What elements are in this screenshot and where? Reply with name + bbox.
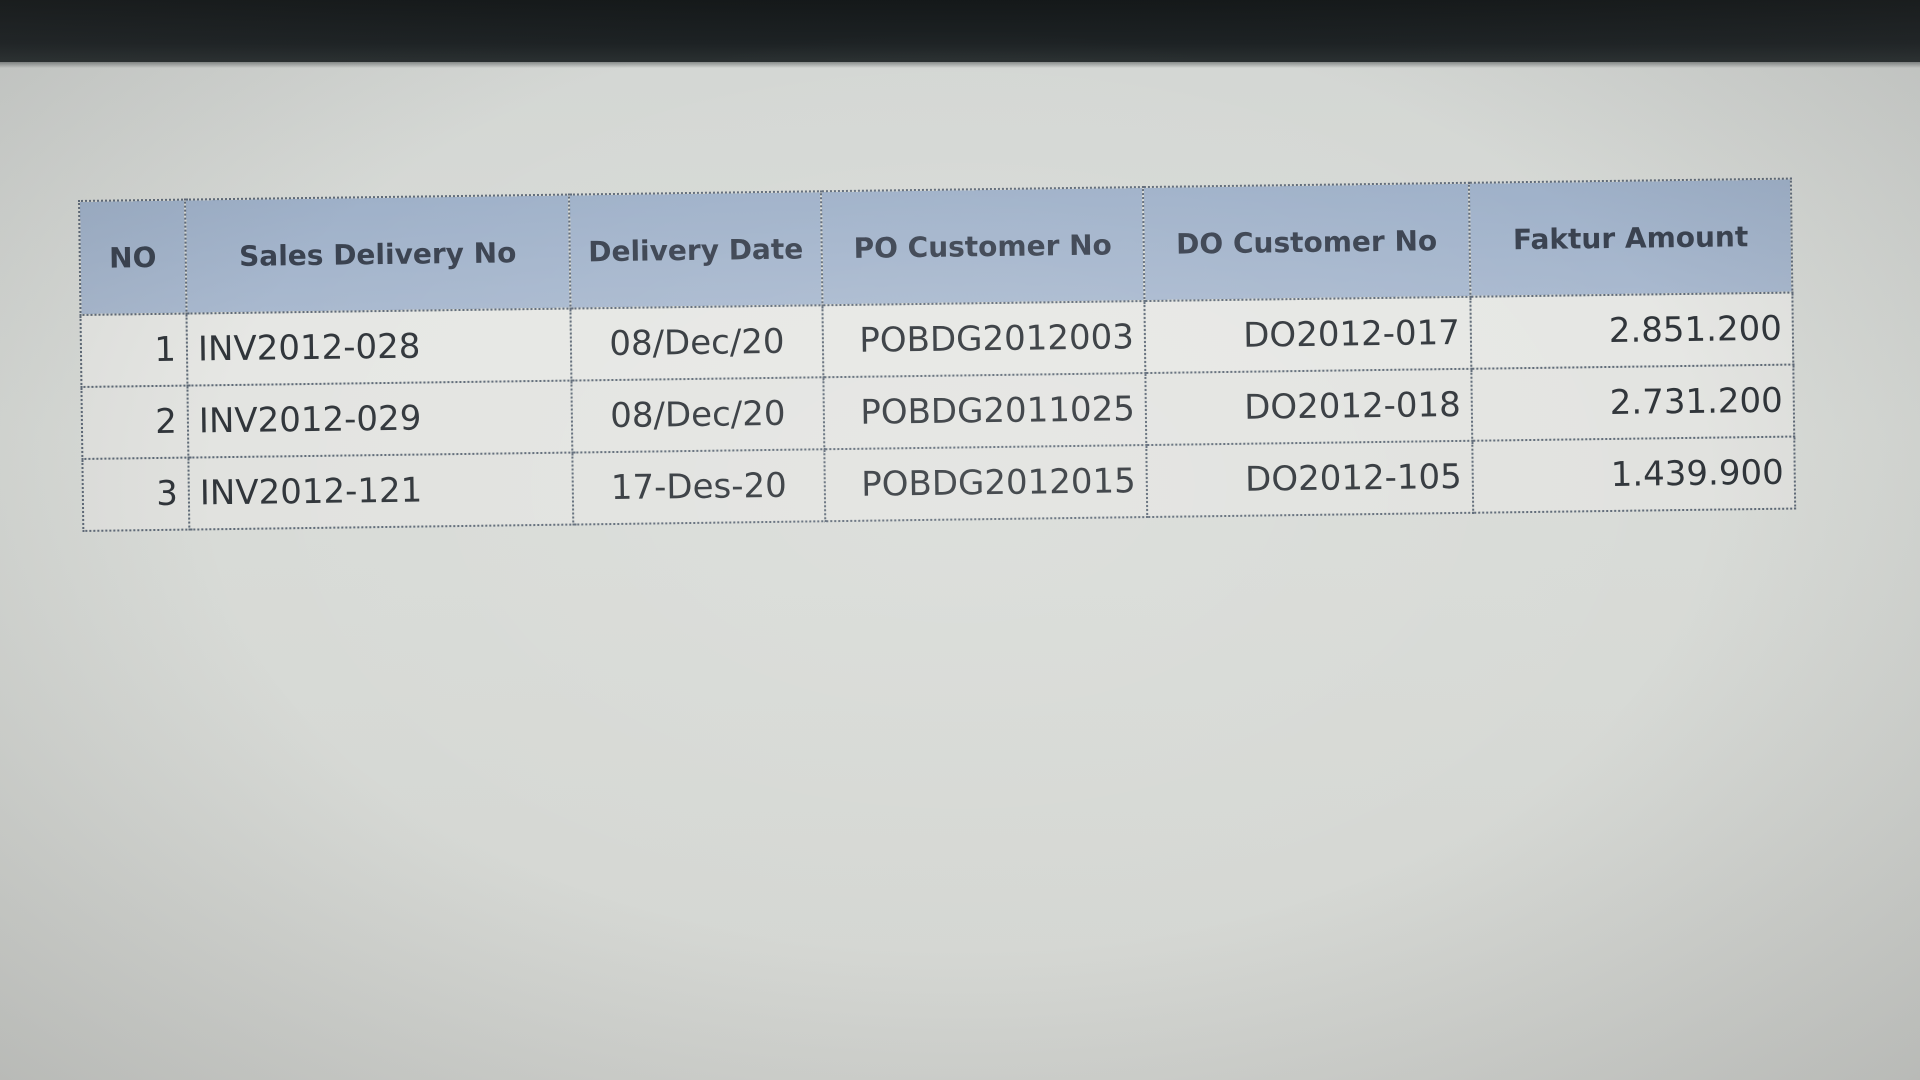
cell-no[interactable]: 2 [81, 385, 189, 459]
cell-delivery-date[interactable]: 08/Dec/20 [570, 305, 824, 381]
cell-po-customer-no[interactable]: POBDG2012015 [824, 445, 1148, 522]
cell-no[interactable]: 3 [82, 457, 190, 531]
header-do-customer-no[interactable]: DO Customer No [1142, 182, 1471, 302]
table-header: NO Sales Delivery No Delivery Date PO Cu… [79, 178, 1793, 315]
cell-sales-delivery-no[interactable]: INV2012-029 [187, 380, 573, 458]
header-row: NO Sales Delivery No Delivery Date PO Cu… [79, 178, 1793, 315]
cell-faktur-amount[interactable]: 2.731.200 [1471, 364, 1795, 441]
cell-delivery-date[interactable]: 17-Des-20 [572, 449, 826, 525]
spreadsheet-area: NO Sales Delivery No Delivery Date PO Cu… [78, 178, 1796, 532]
header-no[interactable]: NO [79, 199, 187, 315]
header-delivery-date[interactable]: Delivery Date [568, 191, 823, 309]
cell-sales-delivery-no[interactable]: INV2012-028 [186, 308, 572, 386]
cell-sales-delivery-no[interactable]: INV2012-121 [188, 452, 574, 530]
cell-do-customer-no[interactable]: DO2012-017 [1144, 296, 1472, 374]
cell-po-customer-no[interactable]: POBDG2011025 [823, 373, 1147, 450]
cell-do-customer-no[interactable]: DO2012-105 [1146, 440, 1474, 518]
table-body: 1 INV2012-028 08/Dec/20 POBDG2012003 DO2… [80, 292, 1796, 531]
header-po-customer-no[interactable]: PO Customer No [820, 187, 1145, 306]
cell-faktur-amount[interactable]: 1.439.900 [1472, 436, 1796, 513]
monitor-bezel [0, 0, 1920, 68]
cell-do-customer-no[interactable]: DO2012-018 [1145, 368, 1473, 446]
cell-faktur-amount[interactable]: 2.851.200 [1470, 292, 1794, 369]
cell-po-customer-no[interactable]: POBDG2012003 [822, 301, 1146, 378]
cell-no[interactable]: 1 [80, 313, 188, 387]
cell-delivery-date[interactable]: 08/Dec/20 [571, 377, 825, 453]
header-faktur-amount[interactable]: Faktur Amount [1468, 178, 1793, 297]
delivery-table: NO Sales Delivery No Delivery Date PO Cu… [78, 178, 1796, 532]
photo-vignette [0, 0, 1920, 1080]
header-sales-delivery-no[interactable]: Sales Delivery No [185, 194, 571, 314]
